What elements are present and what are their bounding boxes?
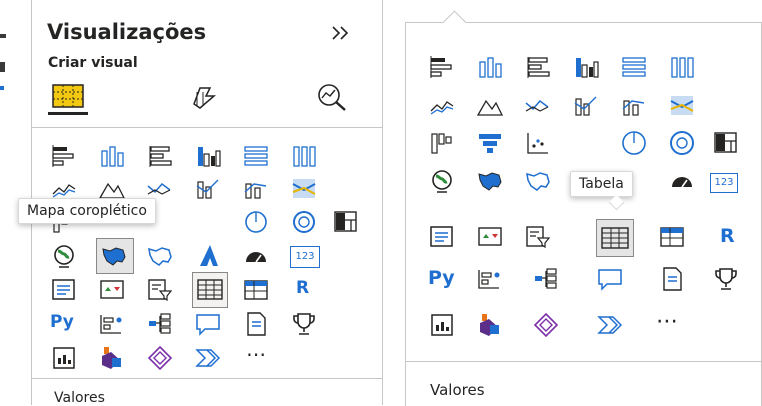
kpi-icon[interactable] (476, 223, 504, 251)
100-stacked-bar-chart-icon[interactable] (620, 53, 648, 81)
power-apps-icon[interactable] (476, 311, 504, 339)
matrix-icon[interactable] (658, 223, 686, 251)
values-label: Valores (430, 381, 485, 399)
100-stacked-column-chart-icon[interactable] (668, 53, 696, 81)
map-globe-icon[interactable] (428, 167, 456, 195)
key-influencers-icon[interactable] (98, 310, 126, 338)
left-edge-fragment (0, 62, 5, 72)
build-visual-tab[interactable] (48, 80, 88, 115)
python-visual-icon[interactable]: Py (428, 267, 455, 289)
double-chevron-right-icon[interactable] (330, 24, 352, 42)
filled-map-icon[interactable] (476, 167, 504, 195)
more-visuals-ellipsis[interactable]: ⋯ (246, 342, 266, 366)
treemap-icon[interactable] (712, 129, 740, 157)
line-and-clustered-column-icon[interactable] (620, 91, 648, 119)
r-script-visual-icon[interactable]: R (720, 225, 735, 247)
left-edge-fragment (0, 86, 4, 90)
clustered-bar-chart-icon[interactable] (524, 53, 552, 81)
100-stacked-bar-chart-icon[interactable] (242, 142, 270, 170)
filled-map-icon[interactable] (100, 242, 128, 270)
donut-chart-icon[interactable] (290, 208, 318, 236)
gauge-icon[interactable] (668, 167, 696, 195)
clustered-bar-chart-icon[interactable] (146, 142, 174, 170)
tooltip-table: Tabela (570, 171, 633, 197)
goals-trophy-icon[interactable] (712, 265, 740, 293)
decomposition-tree-icon[interactable] (532, 265, 560, 293)
paginated-report-icon[interactable] (50, 344, 78, 372)
line-and-clustered-column-icon[interactable] (242, 174, 270, 202)
slicer-icon[interactable] (146, 276, 174, 304)
stacked-column-chart-icon[interactable] (98, 142, 126, 170)
clustered-column-chart-icon[interactable] (572, 53, 600, 81)
table-icon[interactable] (596, 219, 634, 257)
100-stacked-column-chart-icon[interactable] (290, 142, 318, 170)
matrix-icon[interactable] (242, 276, 270, 304)
azure-map-icon[interactable] (194, 242, 222, 270)
goals-trophy-icon[interactable] (290, 310, 318, 338)
line-and-stacked-column-icon[interactable] (194, 174, 222, 202)
power-automate-flow-icon[interactable] (596, 311, 624, 339)
decomposition-tree-icon[interactable] (146, 310, 174, 338)
card-icon[interactable]: 123 (290, 246, 320, 268)
ribbon-chart-icon[interactable] (290, 174, 318, 202)
gauge-icon[interactable] (242, 242, 270, 270)
pie-chart-icon[interactable] (620, 129, 648, 157)
map-globe-icon[interactable] (50, 242, 78, 270)
paginated-report-icon[interactable] (428, 311, 456, 339)
divider (406, 361, 761, 362)
more-visuals-ellipsis[interactable]: ⋯ (656, 309, 678, 334)
power-automate-flow-icon[interactable] (194, 344, 222, 372)
donut-chart-icon[interactable] (668, 129, 696, 157)
power-automate-icon[interactable] (532, 311, 560, 339)
divider (32, 378, 382, 379)
stacked-area-chart-icon[interactable] (524, 91, 552, 119)
power-automate-icon[interactable] (146, 344, 174, 372)
shape-map-icon[interactable] (524, 167, 552, 195)
treemap-icon[interactable] (332, 208, 360, 236)
slicer-icon[interactable] (524, 223, 552, 251)
panel-caret (442, 10, 467, 35)
pie-chart-icon[interactable] (242, 208, 270, 236)
line-chart-icon[interactable] (428, 91, 456, 119)
funnel-icon[interactable] (476, 129, 504, 157)
waterfall-chart-icon[interactable] (428, 129, 456, 157)
area-chart-icon[interactable] (476, 91, 504, 119)
panel-title: Visualizações (47, 20, 207, 44)
line-and-stacked-column-icon[interactable] (572, 91, 600, 119)
section-label: Criar visual (48, 55, 138, 71)
stacked-bar-chart-icon[interactable] (428, 53, 456, 81)
multi-row-card-icon[interactable] (428, 223, 456, 251)
r-script-visual-icon[interactable]: R (296, 278, 309, 298)
left-visualizations-panel: Visualizações Criar visual 123 R Py ⋯ Va… (18, 0, 383, 406)
qna-icon[interactable] (194, 310, 222, 338)
qna-icon[interactable] (596, 265, 624, 293)
values-label: Valores (54, 390, 105, 406)
divider (32, 127, 382, 128)
tooltip-pointer (608, 194, 625, 211)
scatter-chart-icon[interactable] (524, 129, 552, 157)
python-visual-icon[interactable]: Py (50, 312, 74, 332)
stacked-column-chart-icon[interactable] (476, 53, 504, 81)
ribbon-chart-icon[interactable] (668, 91, 696, 119)
clustered-column-chart-icon[interactable] (194, 142, 222, 170)
shape-map-icon[interactable] (146, 242, 174, 270)
smart-narrative-icon[interactable] (242, 310, 270, 338)
right-visualizations-panel: 123 R Py ⋯ Valores Tabela (405, 10, 762, 406)
power-apps-icon[interactable] (98, 344, 126, 372)
tooltip-filled-map: Mapa coroplético (18, 198, 156, 224)
stacked-bar-chart-icon[interactable] (50, 142, 78, 170)
key-influencers-icon[interactable] (476, 265, 504, 293)
kpi-icon[interactable] (98, 276, 126, 304)
smart-narrative-icon[interactable] (658, 265, 686, 293)
analytics-magnifier-icon[interactable] (315, 82, 349, 112)
format-visual-icon[interactable] (188, 82, 220, 110)
multi-row-card-icon[interactable] (50, 276, 78, 304)
table-icon-left[interactable] (192, 272, 228, 308)
card-icon[interactable]: 123 (710, 173, 738, 193)
left-edge-fragment (0, 34, 6, 38)
